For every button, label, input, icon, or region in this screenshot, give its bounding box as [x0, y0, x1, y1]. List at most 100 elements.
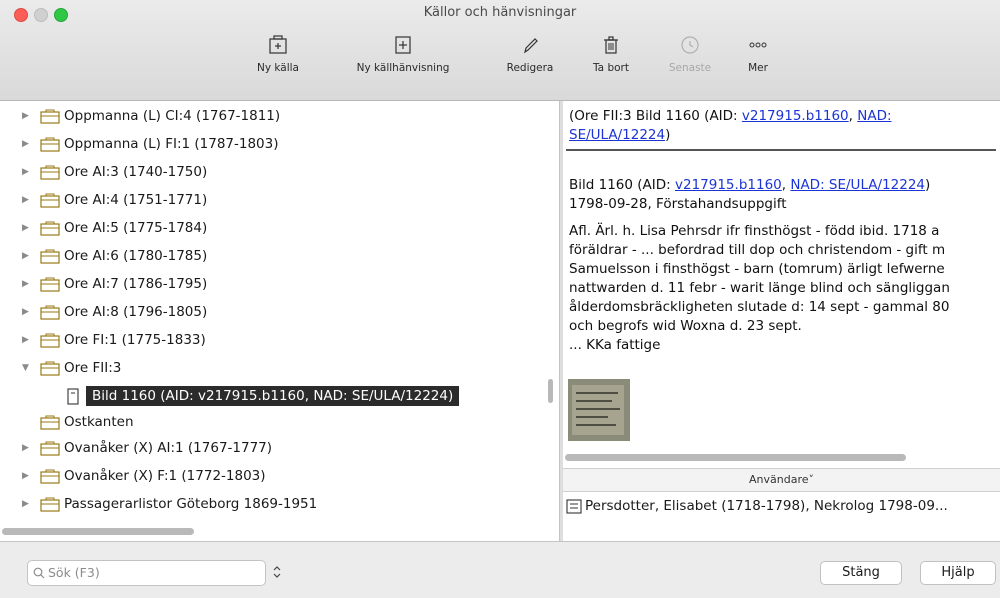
disclosure-arrow-icon[interactable]: ▶	[22, 327, 34, 353]
transcription-line: ... KKa fattige	[569, 337, 661, 353]
delete-button[interactable]: Ta bort	[586, 32, 636, 74]
search-icon	[33, 567, 45, 579]
disclosure-arrow-icon[interactable]: ▶	[22, 103, 34, 129]
tree-item-label: Ore AI:3 (1740-1750)	[64, 164, 208, 180]
new-citation-icon	[395, 36, 411, 54]
tree-item-label: Ore AI:7 (1786-1795)	[64, 276, 208, 292]
source-folder-icon	[40, 221, 60, 236]
sources-window: Källor och hänvisningar Ny källa Ny käll…	[0, 0, 1000, 598]
detail-header-line1: (Ore FII:3 Bild 1160 (AID: v217915.b1160…	[569, 108, 892, 124]
new-citation-button[interactable]: Ny källhänvisning	[348, 32, 458, 74]
citation-aid-link[interactable]: v217915.b1160	[675, 177, 782, 193]
citation-detail-pane: (Ore FII:3 Bild 1160 (AID: v217915.b1160…	[563, 101, 1000, 541]
chevron-down-icon: ˅	[808, 473, 815, 486]
source-folder-icon	[40, 193, 60, 208]
disclosure-arrow-icon[interactable]: ▶	[22, 215, 34, 241]
tree-item-label: Ore FI:1 (1775-1833)	[64, 332, 206, 348]
tree-vertical-scrollbar[interactable]	[548, 379, 553, 403]
nad-link-continued[interactable]: SE/ULA/12224	[569, 127, 665, 143]
search-options-stepper[interactable]	[273, 565, 281, 579]
source-folder-icon	[40, 305, 60, 320]
close-button[interactable]: Stäng	[820, 561, 902, 585]
source-folder-icon	[40, 469, 60, 484]
more-dots-icon	[749, 42, 767, 48]
tree-item-label: Oppmanna (L) CI:4 (1767-1811)	[64, 108, 281, 124]
users-section-header[interactable]: Användare˅	[563, 468, 1000, 492]
new-source-button[interactable]: Ny källa	[250, 32, 306, 74]
delete-label: Ta bort	[593, 62, 629, 74]
detail-divider	[566, 149, 996, 151]
source-folder-icon	[40, 137, 60, 152]
trash-icon	[604, 36, 618, 54]
recent-button[interactable]: Senaste	[664, 32, 716, 74]
disclosure-arrow-icon[interactable]: ▶	[22, 243, 34, 269]
recent-label: Senaste	[668, 62, 712, 74]
disclosure-arrow-icon[interactable]: ▶	[22, 491, 34, 517]
disclosure-arrow-icon[interactable]: ▶	[22, 159, 34, 185]
new-citation-label: Ny källhänvisning	[356, 62, 450, 74]
more-label: Mer	[748, 62, 768, 74]
window-toolbar: Källor och hänvisningar Ny källa Ny käll…	[0, 0, 1000, 101]
search-field[interactable]: Sök (F3)	[27, 560, 266, 586]
disclosure-arrow-icon[interactable]: ▶	[22, 435, 34, 461]
tree-item-label: Ore AI:4 (1751-1771)	[64, 192, 208, 208]
tree-item-label: Ostkanten	[64, 414, 134, 430]
source-folder-icon	[40, 497, 60, 512]
aid-link[interactable]: v217915.b1160	[742, 108, 849, 124]
tree-item-label: Passagerarlistor Göteborg 1869-1951	[64, 496, 318, 512]
edit-label: Redigera	[506, 62, 554, 74]
source-folder-icon	[40, 333, 60, 348]
source-folder-icon	[40, 415, 60, 430]
citation-date-line: 1798-09-28, Förstahandsuppgift	[569, 196, 787, 212]
tree-item-label: Ore AI:6 (1780-1785)	[64, 248, 208, 264]
disclosure-arrow-icon[interactable]: ▶	[22, 299, 34, 325]
document-thumbnail[interactable]	[568, 379, 630, 441]
citation-page-icon	[67, 388, 79, 405]
tree-item-label: Ovanåker (X) AI:1 (1767-1777)	[64, 440, 273, 456]
tree-item-label: Ovanåker (X) F:1 (1772-1803)	[64, 468, 266, 484]
transcription-line: Afl. Ärl. h. Lisa Pehrsdr ifr finsthögst…	[569, 223, 940, 239]
citation-nad-link[interactable]: NAD: SE/ULA/12224	[790, 177, 925, 193]
help-button[interactable]: Hjälp	[920, 561, 996, 585]
more-button[interactable]: Mer	[740, 32, 776, 74]
source-folder-icon	[40, 361, 60, 376]
disclosure-arrow-icon[interactable]: ▶	[22, 187, 34, 213]
recent-icon	[681, 36, 699, 54]
tree-item-label: Ore AI:5 (1775-1784)	[64, 220, 208, 236]
transcription-line: Samuelsson i finsthögst - barn (tomrum) …	[569, 261, 945, 277]
source-folder-icon	[40, 441, 60, 456]
disclosure-arrow-icon[interactable]: ▶	[22, 463, 34, 489]
detail-horizontal-scrollbar[interactable]	[565, 454, 906, 461]
source-folder-icon	[40, 249, 60, 264]
source-folder-icon	[40, 109, 60, 124]
transcription-line: nattwarden d. 11 febr - warit länge blin…	[569, 280, 950, 296]
person-card-icon	[566, 499, 582, 514]
source-folder-icon	[40, 277, 60, 292]
transcription-line: föräldrar - ... befordrad till dop och c…	[569, 242, 946, 258]
tree-horizontal-scrollbar[interactable]	[2, 528, 194, 535]
edit-button[interactable]: Redigera	[499, 32, 561, 74]
tree-item-label: Ore FII:3	[64, 360, 122, 376]
new-source-label: Ny källa	[256, 62, 299, 74]
bottom-bar: Sök (F3) Stäng Hjälp	[0, 541, 1000, 598]
disclosure-arrow-icon[interactable]: ▶	[22, 131, 34, 157]
users-header-label: Användare	[749, 473, 809, 486]
up-down-chevron-icon	[273, 566, 281, 578]
window-title: Källor och hänvisningar	[423, 5, 577, 20]
citation-title-line: Bild 1160 (AID: v217915.b1160, NAD: SE/U…	[569, 177, 931, 193]
user-list-item[interactable]: Persdotter, Elisabet (1718-1798), Nekrol…	[563, 494, 1000, 518]
nad-link[interactable]: NAD:	[857, 108, 891, 124]
new-source-icon	[269, 35, 287, 54]
detail-header-line2: SE/ULA/12224)	[569, 127, 671, 143]
search-placeholder: Sök (F3)	[48, 565, 100, 580]
disclosure-arrow-open-icon[interactable]: ▼	[22, 355, 34, 381]
selected-citation-label: Bild 1160 (AID: v217915.b1160, NAD: SE/U…	[86, 386, 460, 406]
transcription-line: ålderdomsbräckligheten slutade d: 14 sep…	[569, 299, 950, 315]
user-list-item-label: Persdotter, Elisabet (1718-1798), Nekrol…	[585, 498, 948, 514]
tree-item-label: Ore AI:8 (1796-1805)	[64, 304, 208, 320]
tree-item-label: Oppmanna (L) FI:1 (1787-1803)	[64, 136, 279, 152]
source-folder-icon	[40, 165, 60, 180]
source-tree[interactable]: ▶ Oppmanna (L) CI:4 (1767-1811) ▶ Oppman…	[0, 101, 559, 541]
disclosure-arrow-icon[interactable]: ▶	[22, 271, 34, 297]
pencil-icon	[524, 38, 538, 54]
